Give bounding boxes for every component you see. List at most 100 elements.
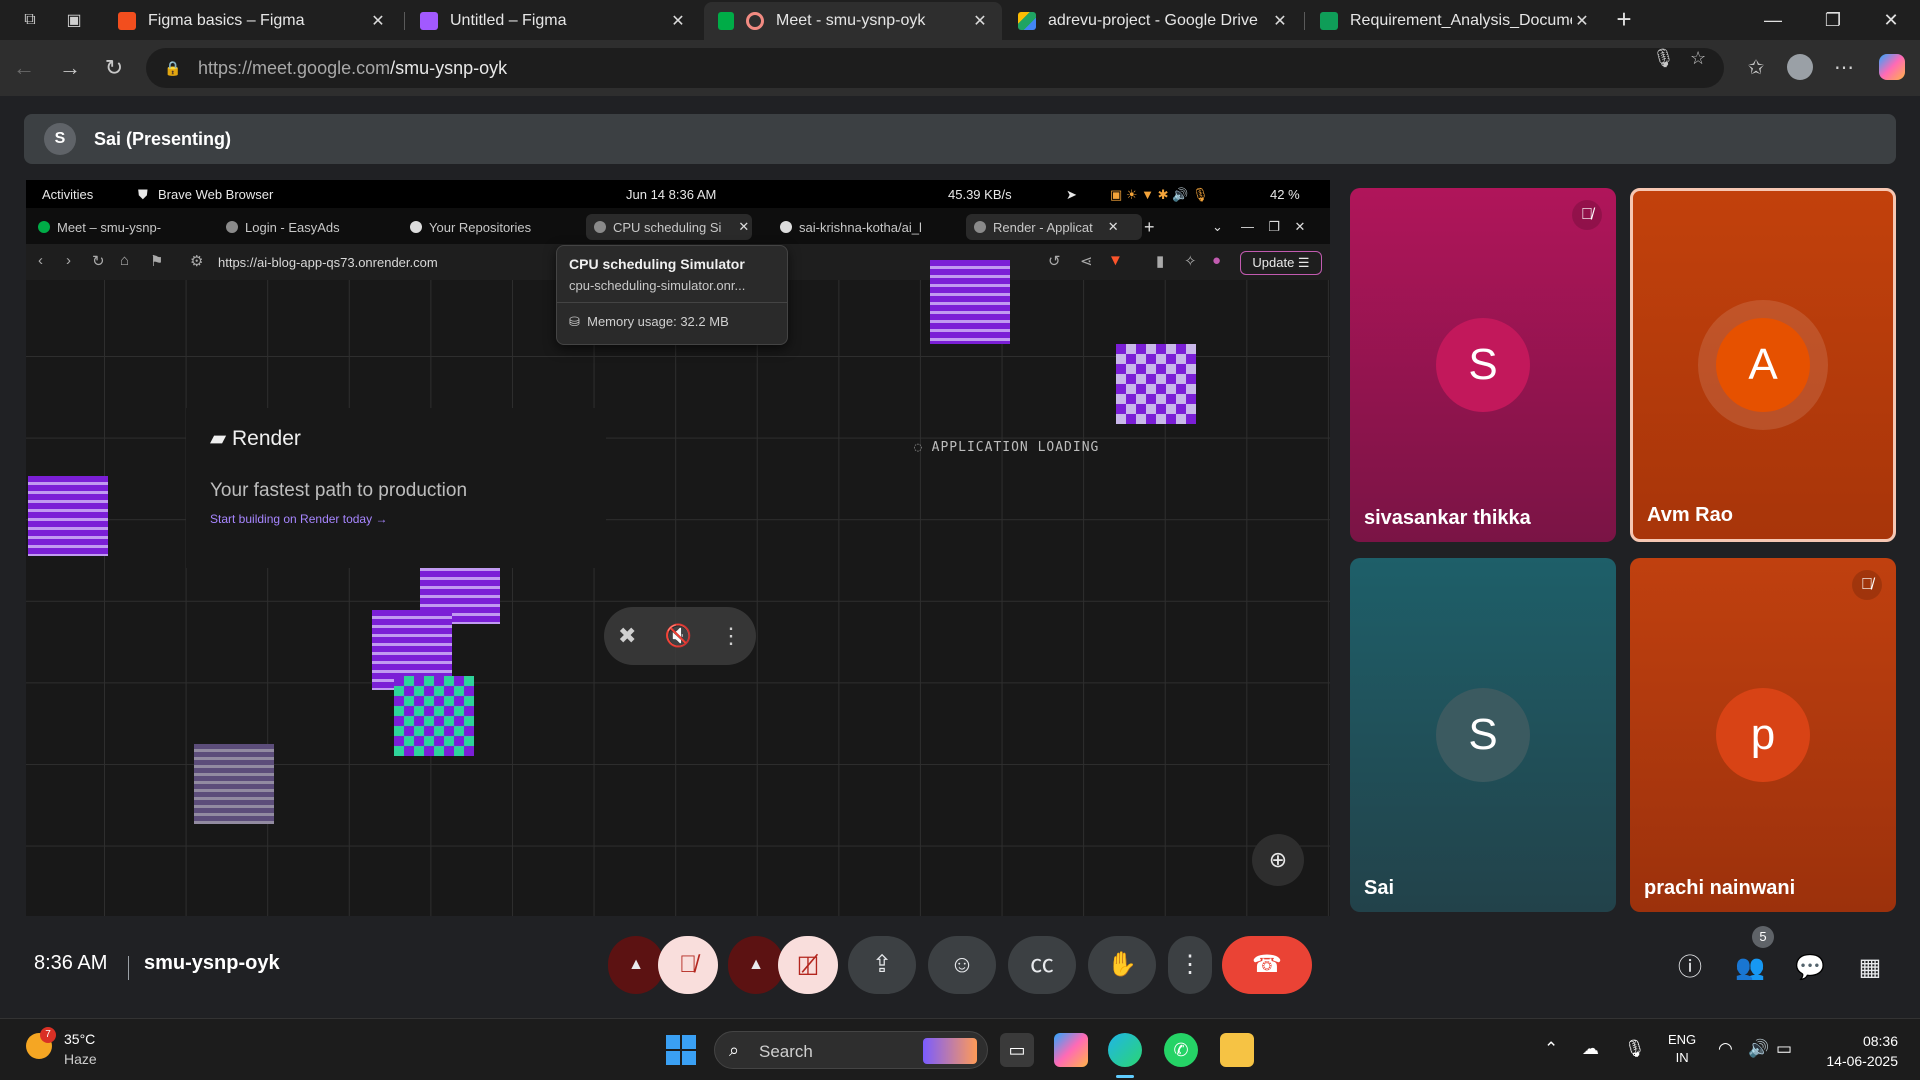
unpin-icon[interactable]: ✖ [618,623,636,649]
present-screen-button[interactable]: ⇪ [848,936,916,994]
participant-tile-prachi[interactable]: p 🎙̸ prachi nainwani [1630,558,1896,912]
share-icon[interactable]: ⋖ [1080,252,1093,270]
minimize-button[interactable]: — [1744,0,1802,40]
reload-icon[interactable]: ↻ [98,52,130,84]
brave-shield-icon: ⛊ [138,187,148,202]
brave-tab-render[interactable]: Render - Applicat ✕ [966,214,1142,240]
back-icon[interactable]: ← [8,52,40,84]
close-window-button[interactable]: ✕ [1862,0,1920,40]
close-tab-icon[interactable]: ✕ [368,11,388,31]
mic-off-icon: 🎙̸ [1852,570,1882,600]
brave-new-tab-icon[interactable]: + [1144,214,1155,240]
hover-card-url: cpu-scheduling-simulator.onr... [569,278,746,293]
leave-call-button[interactable]: ☎ [1222,936,1312,994]
new-tab-button[interactable]: + [1608,4,1640,36]
tray-icons: ▣ ☀ ▼ ✱ 🔊 🎙 [1110,187,1209,202]
participant-tile-sai[interactable]: S Sai [1350,558,1616,912]
extensions-icon[interactable]: ✧ [1184,252,1197,270]
close-tab-icon[interactable]: ✕ [1270,11,1290,31]
chat-icon[interactable]: 💬 [1786,944,1834,992]
brave-tab-meet[interactable]: Meet – smu-ysnp- [38,214,198,240]
system-clock[interactable]: 08:36 14-06-2025 [1818,1031,1898,1071]
wifi-icon[interactable]: ◠ [1718,1039,1733,1059]
recording-icon [746,12,764,30]
network-speed: 45.39 KB/s [948,187,1012,202]
copilot-taskbar-icon[interactable] [1054,1033,1088,1067]
restore-button[interactable]: ❐ [1804,0,1862,40]
ubuntu-top-bar: Activities ⛊ Brave Web Browser Jun 14 8:… [26,180,1330,208]
volume-icon[interactable]: 🔊 [1748,1039,1769,1059]
participant-name: Avm Rao [1647,504,1733,526]
site-settings-icon[interactable]: ⚙ [190,252,203,270]
close-tab-icon[interactable]: ✕ [668,11,688,31]
file-explorer-icon[interactable] [1220,1033,1254,1067]
tab-figma-basics[interactable]: Figma basics – Figma ✕ [104,2,400,40]
leo-ai-icon[interactable]: ● [1212,252,1221,269]
audio-options-button[interactable]: ▲ [608,936,664,994]
brave-tab-cpu-scheduling[interactable]: CPU scheduling Si ✕ [586,214,752,240]
tab-untitled-figma[interactable]: Untitled – Figma ✕ [406,2,700,40]
brave-forward-icon[interactable]: › [66,252,71,269]
favorites-icon[interactable]: ✩ [1742,54,1770,82]
onedrive-icon[interactable]: ☁ [1582,1039,1599,1059]
brave-tab-github-sai[interactable]: sai-krishna-kotha/ai_l [780,214,950,240]
sidebar-icon[interactable]: ▮ [1156,252,1164,270]
mute-tile-icon[interactable]: 🔇 [665,623,692,649]
start-button[interactable] [666,1035,696,1065]
brave-home-icon[interactable]: ⌂ [120,252,129,269]
tab-actions-icon[interactable]: ▣ [62,8,86,32]
brave-reload-icon[interactable]: ↻ [92,252,105,270]
battery-icon[interactable]: ▭ [1776,1039,1792,1059]
figma-icon [420,12,438,30]
more-menu-icon[interactable]: ⋯ [1830,54,1858,82]
tab-google-meet[interactable]: Meet - smu-ysnp-oyk ✕ [704,2,1002,40]
edge-icon[interactable] [1108,1033,1142,1067]
brave-tab-github-repos[interactable]: Your Repositories [410,214,560,240]
participant-tile-avm-rao[interactable]: A Avm Rao [1630,188,1896,542]
brave-window-controls[interactable]: ⌄ — ❐ ✕ [1212,214,1305,240]
more-options-button[interactable]: ⋮ [1168,936,1212,994]
brave-update-button[interactable]: Update ☰ [1240,251,1322,275]
zoom-in-button[interactable]: ⊕ [1252,834,1304,886]
microphone-icon[interactable]: 🎙 [1652,48,1675,69]
brave-back-icon[interactable]: ‹ [38,252,43,269]
presenter-avatar: S [44,123,76,155]
close-tab-icon[interactable]: ✕ [970,11,990,31]
close-tab-icon[interactable]: ✕ [1572,11,1592,31]
favorite-star-icon[interactable]: ☆ [1690,48,1706,69]
tab-google-drive[interactable]: adrevu-project - Google Drive ✕ [1004,2,1302,40]
task-view-icon[interactable]: ▭ [1000,1033,1034,1067]
meeting-info-icon[interactable]: ⓘ [1666,944,1714,992]
brave-tab-easyads[interactable]: Login - EasyAds [226,214,376,240]
show-hidden-icons[interactable]: ⌃ [1544,1039,1558,1059]
participant-tile-sivasankar[interactable]: S 🎙̸ sivasankar thikka [1350,188,1616,542]
tile-more-icon[interactable]: ⋮ [720,623,742,649]
profile-avatar[interactable] [1786,54,1814,82]
bookmark-icon[interactable]: ⚑ [150,252,163,270]
copilot-icon[interactable] [1878,54,1906,82]
reactions-button[interactable]: ☺ [928,936,996,994]
hover-card-title: CPU scheduling Simulator [569,256,745,272]
forward-icon[interactable]: → [54,52,86,84]
brave-lion-icon[interactable]: ▼ [1108,252,1123,269]
brave-url-text[interactable]: https://ai-blog-app-qs73.onrender.com [218,255,438,270]
mic-tray-icon[interactable]: 🎙 [1624,1039,1646,1059]
tab-hover-card: CPU scheduling Simulator cpu-scheduling-… [556,245,788,345]
taskbar-search[interactable]: ⌕ Search [714,1031,988,1069]
address-bar[interactable]: 🔒 https://meet.google.com/smu-ysnp-oyk [146,48,1724,88]
tab-requirement-doc[interactable]: Requirement_Analysis_Document ✕ [1306,2,1604,40]
captions-button[interactable]: ㏄ [1008,936,1076,994]
site-info-icon[interactable]: 🔒 [164,60,184,77]
raise-hand-button[interactable]: ✋ [1088,936,1156,994]
camera-toggle-button[interactable]: ◫̸ [778,936,838,994]
activities-grid-icon[interactable]: ▦ [1846,944,1894,992]
people-icon[interactable]: 👥 [1726,944,1774,992]
render-cta-link[interactable]: Start building on Render today → [210,512,387,526]
workspaces-icon[interactable]: ⧉ [18,8,42,32]
input-language[interactable]: ENG IN [1668,1031,1696,1067]
mic-toggle-button[interactable]: 🎙̸ [658,936,718,994]
whatsapp-icon[interactable]: ✆ [1164,1033,1198,1067]
history-icon[interactable]: ↺ [1048,252,1061,270]
video-options-button[interactable]: ▲ [728,936,784,994]
participant-name: prachi nainwani [1644,877,1796,899]
